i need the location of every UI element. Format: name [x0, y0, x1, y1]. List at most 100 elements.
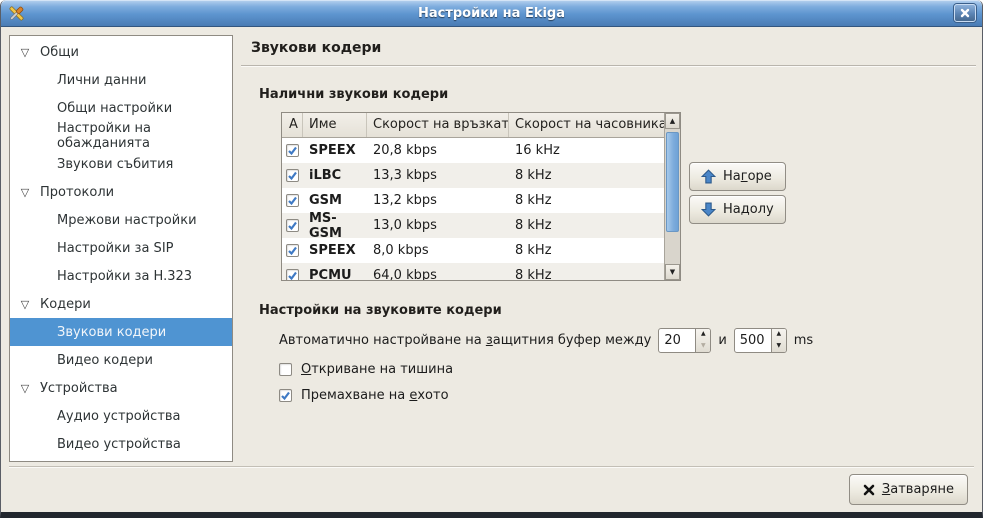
- scroll-down-icon[interactable]: ▼: [665, 264, 680, 280]
- sidebar-item-label: Настройки на обажданията: [57, 121, 232, 151]
- jitter-conjunction-label: и: [718, 333, 726, 348]
- codec-row[interactable]: SPEEX 8,0 kbps 8 kHz: [282, 238, 664, 263]
- codec-clock: 8 kHz: [509, 193, 664, 208]
- sidebar-item-sound-events[interactable]: Звукови събития: [10, 150, 232, 178]
- expander-icon[interactable]: ▽: [18, 298, 32, 311]
- codec-table-body: SPEEX 20,8 kbps 16 kHz iLBC 13,3 kbps 8 …: [282, 138, 664, 280]
- silence-detection-label: Откриване на тишина: [301, 362, 453, 377]
- codec-clock: 8 kHz: [509, 243, 664, 258]
- preferences-tree: ▽ Общи Лични данни Общи настройки Настро…: [9, 35, 233, 462]
- footer-separator: [9, 466, 974, 468]
- codec-row[interactable]: PCMU 64,0 kbps 8 kHz: [282, 263, 664, 280]
- move-up-label: Нагоре: [723, 169, 772, 184]
- expander-icon[interactable]: ▽: [18, 186, 32, 199]
- codec-enabled-checkbox[interactable]: [286, 269, 299, 280]
- sidebar-item-label: Мрежови настройки: [57, 213, 197, 228]
- page-title: Звукови кодери: [241, 35, 976, 66]
- check-icon: [287, 145, 298, 156]
- section-title-available-codecs: Налични звукови кодери: [259, 87, 448, 102]
- sidebar-item-label: Устройства: [40, 381, 118, 396]
- check-icon: [287, 245, 298, 256]
- close-x-icon: [863, 484, 875, 496]
- down-arrow-icon: [701, 202, 716, 217]
- sidebar-item-personal-data[interactable]: Лични данни: [10, 66, 232, 94]
- codec-table: A Име Скорост на връзката Скорост на час…: [281, 112, 681, 281]
- sidebar-item-label: Видео кодери: [57, 353, 153, 368]
- close-dialog-button[interactable]: Затваряне: [849, 474, 968, 505]
- sidebar-item-codecs[interactable]: ▽ Кодери: [10, 290, 232, 318]
- echo-cancellation-label: Премахване на ехото: [301, 388, 449, 403]
- sidebar-item-audio-codecs[interactable]: Звукови кодери: [10, 318, 232, 346]
- spin-down-icon[interactable]: ▼: [696, 340, 710, 352]
- codec-bitrate: 13,2 kbps: [367, 193, 509, 208]
- codec-enabled-checkbox[interactable]: [286, 169, 299, 182]
- sidebar-item-call-options[interactable]: Настройки на обажданията: [10, 122, 232, 150]
- codec-clock: 8 kHz: [509, 168, 664, 183]
- sidebar-item-audio-devices[interactable]: Аудио устройства: [10, 402, 232, 430]
- sidebar-item-label: Лични данни: [57, 73, 146, 88]
- preferences-window: Настройки на Ekiga ▽ Общи Лични данни Об…: [0, 0, 983, 518]
- sidebar-item-h323-settings[interactable]: Настройки за H.323: [10, 262, 232, 290]
- titlebar[interactable]: Настройки на Ekiga: [1, 0, 982, 27]
- codec-row[interactable]: iLBC 13,3 kbps 8 kHz: [282, 163, 664, 188]
- sidebar-item-label: Настройки за SIP: [57, 241, 174, 256]
- move-down-button[interactable]: Надолу: [689, 195, 786, 224]
- sidebar-item-video-codecs[interactable]: Видео кодери: [10, 346, 232, 374]
- jitter-max-value[interactable]: 500: [735, 329, 771, 352]
- tools-icon: [7, 4, 26, 23]
- spin-down-icon[interactable]: ▼: [772, 340, 786, 352]
- sidebar-item-video-devices[interactable]: Видео устройства: [10, 430, 232, 458]
- codec-table-header: A Име Скорост на връзката Скорост на час…: [282, 113, 664, 138]
- silence-detection-checkbox[interactable]: [279, 363, 292, 376]
- jitter-min-value[interactable]: 20: [659, 329, 695, 352]
- codec-bitrate: 64,0 kbps: [367, 268, 509, 280]
- codec-name: PCMU: [303, 268, 367, 280]
- codec-enabled-checkbox[interactable]: [286, 244, 299, 257]
- sidebar-item-general-settings[interactable]: Общи настройки: [10, 94, 232, 122]
- codec-bitrate: 20,8 kbps: [367, 143, 509, 158]
- window-title: Настройки на Ekiga: [1, 6, 982, 21]
- echo-cancellation-checkbox[interactable]: [279, 389, 292, 402]
- codec-bitrate: 13,3 kbps: [367, 168, 509, 183]
- check-icon: [287, 195, 298, 206]
- column-header-bitrate[interactable]: Скорост на връзката: [367, 113, 509, 137]
- sidebar-item-network-settings[interactable]: Мрежови настройки: [10, 206, 232, 234]
- sidebar-item-label: Общи: [40, 45, 79, 60]
- spin-up-icon[interactable]: ▲: [772, 329, 786, 341]
- codec-enabled-checkbox[interactable]: [286, 194, 299, 207]
- codec-bitrate: 13,0 kbps: [367, 218, 509, 233]
- sidebar-item-sip-settings[interactable]: Настройки за SIP: [10, 234, 232, 262]
- codec-enabled-checkbox[interactable]: [286, 144, 299, 157]
- move-up-button[interactable]: Нагоре: [689, 162, 786, 191]
- scrollbar-track: [665, 232, 680, 264]
- check-icon: [287, 170, 298, 181]
- jitter-min-spinbutton[interactable]: 20 ▲ ▼: [658, 328, 711, 353]
- sidebar-item-general[interactable]: ▽ Общи: [10, 38, 232, 66]
- sidebar-item-protocols[interactable]: ▽ Протоколи: [10, 178, 232, 206]
- scrollbar-thumb[interactable]: [666, 132, 679, 232]
- scroll-up-icon[interactable]: ▲: [665, 113, 680, 129]
- codec-name: iLBC: [303, 168, 367, 183]
- window-close-button[interactable]: [954, 4, 976, 22]
- sidebar-item-label: Кодери: [40, 297, 91, 312]
- sidebar-item-devices[interactable]: ▽ Устройства: [10, 374, 232, 402]
- expander-icon[interactable]: ▽: [18, 382, 32, 395]
- codec-clock: 8 kHz: [509, 218, 664, 233]
- spin-up-icon[interactable]: ▲: [696, 329, 710, 341]
- column-header-active[interactable]: A: [282, 113, 303, 137]
- column-header-clock[interactable]: Скорост на часовника: [509, 113, 664, 137]
- codec-row[interactable]: GSM 13,2 kbps 8 kHz: [282, 188, 664, 213]
- close-icon: [960, 8, 970, 18]
- sidebar-item-label: Протоколи: [40, 185, 114, 200]
- column-header-name[interactable]: Име: [303, 113, 367, 137]
- table-scrollbar[interactable]: ▲ ▼: [664, 113, 680, 280]
- codec-clock: 16 kHz: [509, 143, 664, 158]
- codec-enabled-checkbox[interactable]: [286, 219, 299, 232]
- codec-row[interactable]: SPEEX 20,8 kbps 16 kHz: [282, 138, 664, 163]
- check-icon: [287, 270, 298, 280]
- sidebar-item-label: Звукови събития: [57, 157, 173, 172]
- codec-row[interactable]: MS-GSM 13,0 kbps 8 kHz: [282, 213, 664, 238]
- jitter-max-spinbutton[interactable]: 500 ▲ ▼: [734, 328, 787, 353]
- check-icon: [280, 390, 291, 401]
- expander-icon[interactable]: ▽: [18, 46, 32, 59]
